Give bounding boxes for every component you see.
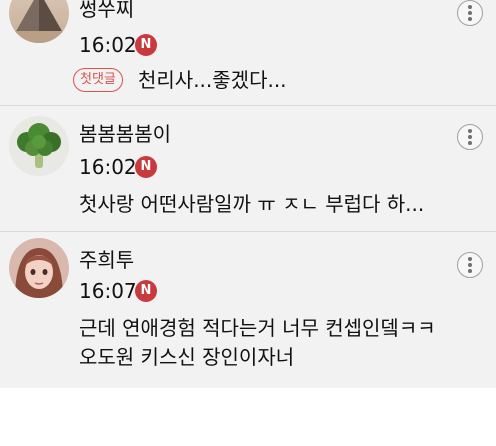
avatar[interactable] (9, 0, 69, 43)
new-badge: N (135, 34, 157, 56)
comment-item: 썽쑤찌 16:02 N 첫댓글 천리사...좋겠다... (0, 0, 496, 105)
comment-list: 썽쑤찌 16:02 N 첫댓글 천리사...좋겠다... 봄봄봄봄이 16:02… (0, 0, 496, 388)
avatar[interactable] (9, 116, 69, 176)
first-comment-tag: 첫댓글 (73, 68, 123, 92)
broccoli-avatar-icon (9, 116, 69, 176)
dot-icon (468, 257, 472, 261)
new-badge: N (135, 280, 157, 302)
new-badge: N (135, 156, 157, 178)
timestamp: 16:02 (79, 33, 137, 57)
pyramid-avatar-icon (9, 0, 69, 43)
comment-text-line-1: 근데 연애경험 적다는거 너무 컨셉인뎈ㅋㅋ (79, 316, 436, 340)
dot-icon (468, 17, 472, 21)
comment-item: 주희투 16:07 N 근데 연애경험 적다는거 너무 컨셉인뎈ㅋㅋ 오도원 키… (0, 232, 496, 388)
more-options-button[interactable] (457, 252, 483, 278)
dot-icon (468, 263, 472, 267)
comment-item: 봄봄봄봄이 16:02 N 첫사랑 어떤사람일까 ㅠ ㅈㄴ 부럽다 하... (0, 106, 496, 231)
username[interactable]: 봄봄봄봄이 (79, 122, 171, 146)
dot-icon (468, 129, 472, 133)
dot-icon (468, 269, 472, 273)
timestamp: 16:02 (79, 155, 137, 179)
more-options-button[interactable] (457, 124, 483, 150)
comment-text: 첫사랑 어떤사람일까 ㅠ ㅈㄴ 부럽다 하... (79, 192, 425, 216)
dot-icon (468, 11, 472, 15)
dot-icon (468, 141, 472, 145)
dot-icon (468, 5, 472, 9)
more-options-button[interactable] (457, 0, 483, 26)
dot-icon (468, 135, 472, 139)
comment-text-line-2: 오도원 키스신 장인이자너 (79, 345, 295, 369)
username[interactable]: 썽쑤찌 (79, 0, 134, 21)
comment-text: 천리사...좋겠다... (138, 68, 287, 92)
anime-girl-avatar-icon (9, 238, 69, 298)
username[interactable]: 주희투 (79, 248, 134, 272)
timestamp: 16:07 (79, 279, 137, 303)
avatar[interactable] (9, 238, 69, 298)
